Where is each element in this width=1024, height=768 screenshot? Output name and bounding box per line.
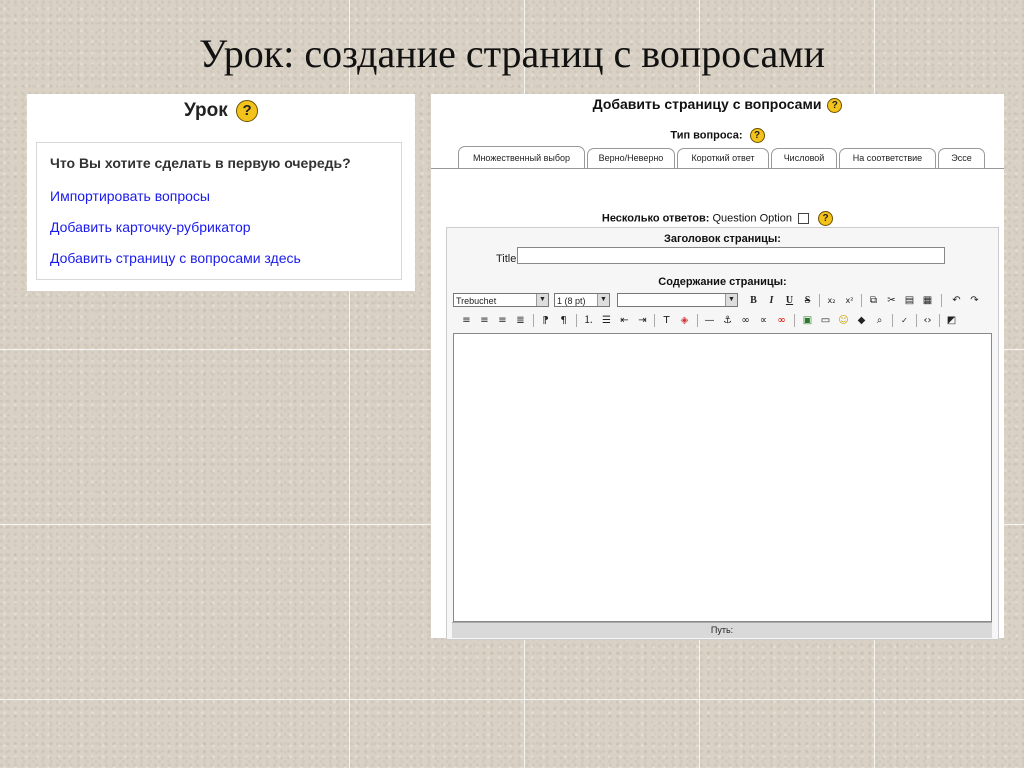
help-icon[interactable]: ?	[749, 128, 765, 143]
align-center-icon[interactable]: ≡	[477, 313, 492, 328]
ltr-icon[interactable]: ⁋	[538, 313, 553, 328]
slide-title: Урок: создание страниц с вопросами	[198, 31, 826, 76]
copy-icon[interactable]: ⧉	[866, 293, 881, 308]
superscript-button[interactable]: x²	[842, 293, 857, 308]
toolbar-separator	[654, 314, 655, 327]
outdent-icon[interactable]: ⇤	[617, 313, 632, 328]
toolbar-separator	[533, 314, 534, 327]
toolbar-separator	[939, 314, 940, 327]
tab-essay[interactable]: Эссе	[938, 148, 985, 168]
spellcheck-icon[interactable]: ✓	[897, 313, 912, 328]
question-type-label: Тип вопроса:	[670, 129, 743, 142]
anchor-icon[interactable]: ⚓	[720, 313, 735, 328]
tab-multichoice[interactable]: Множественный выбор	[458, 146, 585, 169]
nolink-icon[interactable]: ∞	[774, 313, 789, 328]
toolbar-separator	[941, 294, 942, 307]
subscript-button[interactable]: x₂	[824, 293, 839, 308]
content-label: Содержание страницы:	[658, 276, 787, 288]
text-color-icon[interactable]: T	[659, 313, 674, 328]
smiley-icon[interactable]: ☺	[836, 313, 851, 328]
insert-table-icon[interactable]: ▭	[818, 313, 833, 328]
unlink-icon[interactable]: ∝	[756, 313, 771, 328]
chevron-down-icon: ▼	[725, 294, 737, 306]
lesson-title: Урок	[183, 100, 228, 122]
lesson-actions-box: Что Вы хотите сделать в первую очередь? …	[36, 142, 402, 280]
tabs-divider	[431, 168, 1004, 169]
size-select[interactable]: 1 (8 pt) ▼	[554, 293, 610, 307]
page-title-label: Заголовок страницы:	[664, 233, 781, 245]
style-select[interactable]: ▼	[617, 293, 738, 307]
help-icon[interactable]: ?	[827, 97, 843, 113]
toolbar-separator	[697, 314, 698, 327]
multiple-answers-checkbox[interactable]	[798, 213, 810, 224]
html-source-icon[interactable]: ‹›	[920, 313, 935, 328]
editor-panel: Добавить страницу с вопросами ? Тип вопр…	[431, 94, 1004, 640]
rtl-icon[interactable]: ¶	[556, 313, 571, 328]
toolbar-separator	[794, 314, 795, 327]
help-icon[interactable]: ?	[818, 211, 834, 226]
italic-button[interactable]: I	[764, 293, 779, 308]
lesson-heading: Урок ?	[27, 100, 415, 122]
editor-title: Добавить страницу с вопросами	[592, 96, 822, 112]
toolbar-separator	[861, 294, 862, 307]
tab-shortanswer[interactable]: Короткий ответ	[677, 148, 769, 168]
special-char-icon[interactable]: ◆	[854, 313, 869, 328]
lesson-question: Что Вы хотите сделать в первую очередь?	[50, 155, 351, 171]
help-icon[interactable]: ?	[236, 100, 259, 122]
add-branch-table-link[interactable]: Добавить карточку-рубрикатор	[50, 219, 251, 235]
editor-toolbar-bottom: ≡ ≡ ≡ ≣ ⁋ ¶ ⒈ ☰ ⇤ ⇥ T ◈ — ⚓ ∞ ∝ ∞ ▣ ▭ ☺ …	[453, 312, 993, 330]
title-field-label: Title	[496, 253, 517, 265]
chevron-down-icon: ▼	[536, 294, 548, 306]
font-select-value: Trebuchet	[456, 296, 497, 306]
question-option-label: Question Option	[712, 212, 792, 225]
align-right-icon[interactable]: ≡	[495, 313, 510, 328]
underline-button[interactable]: U	[782, 293, 797, 308]
toolbar-separator	[576, 314, 577, 327]
title-input[interactable]	[517, 247, 945, 264]
size-select-value: 1 (8 pt)	[557, 296, 586, 306]
strikethrough-button[interactable]: S	[800, 293, 815, 308]
cut-icon[interactable]: ✂	[884, 293, 899, 308]
link-icon[interactable]: ∞	[738, 313, 753, 328]
paste-word-icon[interactable]: ▦	[920, 293, 935, 308]
page-form: Заголовок страницы: Title Содержание стр…	[446, 227, 999, 640]
unordered-list-icon[interactable]: ☰	[599, 313, 614, 328]
ordered-list-icon[interactable]: ⒈	[581, 313, 596, 328]
multiple-answers-label: Несколько ответов:	[601, 212, 710, 225]
align-left-icon[interactable]: ≡	[459, 313, 474, 328]
toolbar-separator	[892, 314, 893, 327]
undo-icon[interactable]: ↶	[949, 293, 964, 308]
paste-icon[interactable]: ▤	[902, 293, 917, 308]
indent-icon[interactable]: ⇥	[635, 313, 650, 328]
bold-button[interactable]: B	[746, 293, 761, 308]
question-type-row: Тип вопроса: ?	[431, 128, 1004, 143]
chevron-down-icon: ▼	[597, 294, 609, 306]
background-color-icon[interactable]: ◈	[677, 313, 692, 328]
toolbar-separator	[819, 294, 820, 307]
path-bar: Путь:	[452, 622, 992, 638]
tile-seam	[0, 699, 1024, 700]
multiple-answers-row: Несколько ответов: Question Option ?	[431, 211, 1004, 226]
tab-numerical[interactable]: Числовой	[771, 148, 837, 168]
toolbar-separator	[916, 314, 917, 327]
editor-toolbar-top: Trebuchet ▼ 1 (8 pt) ▼ ▼ B I U S x₂ x² ⧉…	[453, 292, 993, 310]
align-justify-icon[interactable]: ≣	[513, 313, 528, 328]
insert-image-icon[interactable]: ▣	[800, 313, 815, 328]
editor-heading: Добавить страницу с вопросами ?	[431, 96, 1004, 113]
redo-icon[interactable]: ↷	[967, 293, 982, 308]
content-editor[interactable]	[453, 333, 992, 622]
tab-matching[interactable]: На соответствие	[839, 148, 936, 168]
search-replace-icon[interactable]: ⌕	[872, 313, 887, 328]
horizontal-rule-icon[interactable]: —	[702, 313, 717, 328]
add-question-page-link[interactable]: Добавить страницу с вопросами здесь	[50, 250, 301, 266]
lesson-panel: Урок ? Что Вы хотите сделать в первую оч…	[27, 94, 415, 291]
fullscreen-icon[interactable]: ◩	[944, 313, 959, 328]
tab-truefalse[interactable]: Верно/Неверно	[587, 148, 675, 168]
import-questions-link[interactable]: Импортировать вопросы	[50, 188, 210, 204]
font-select[interactable]: Trebuchet ▼	[453, 293, 549, 307]
